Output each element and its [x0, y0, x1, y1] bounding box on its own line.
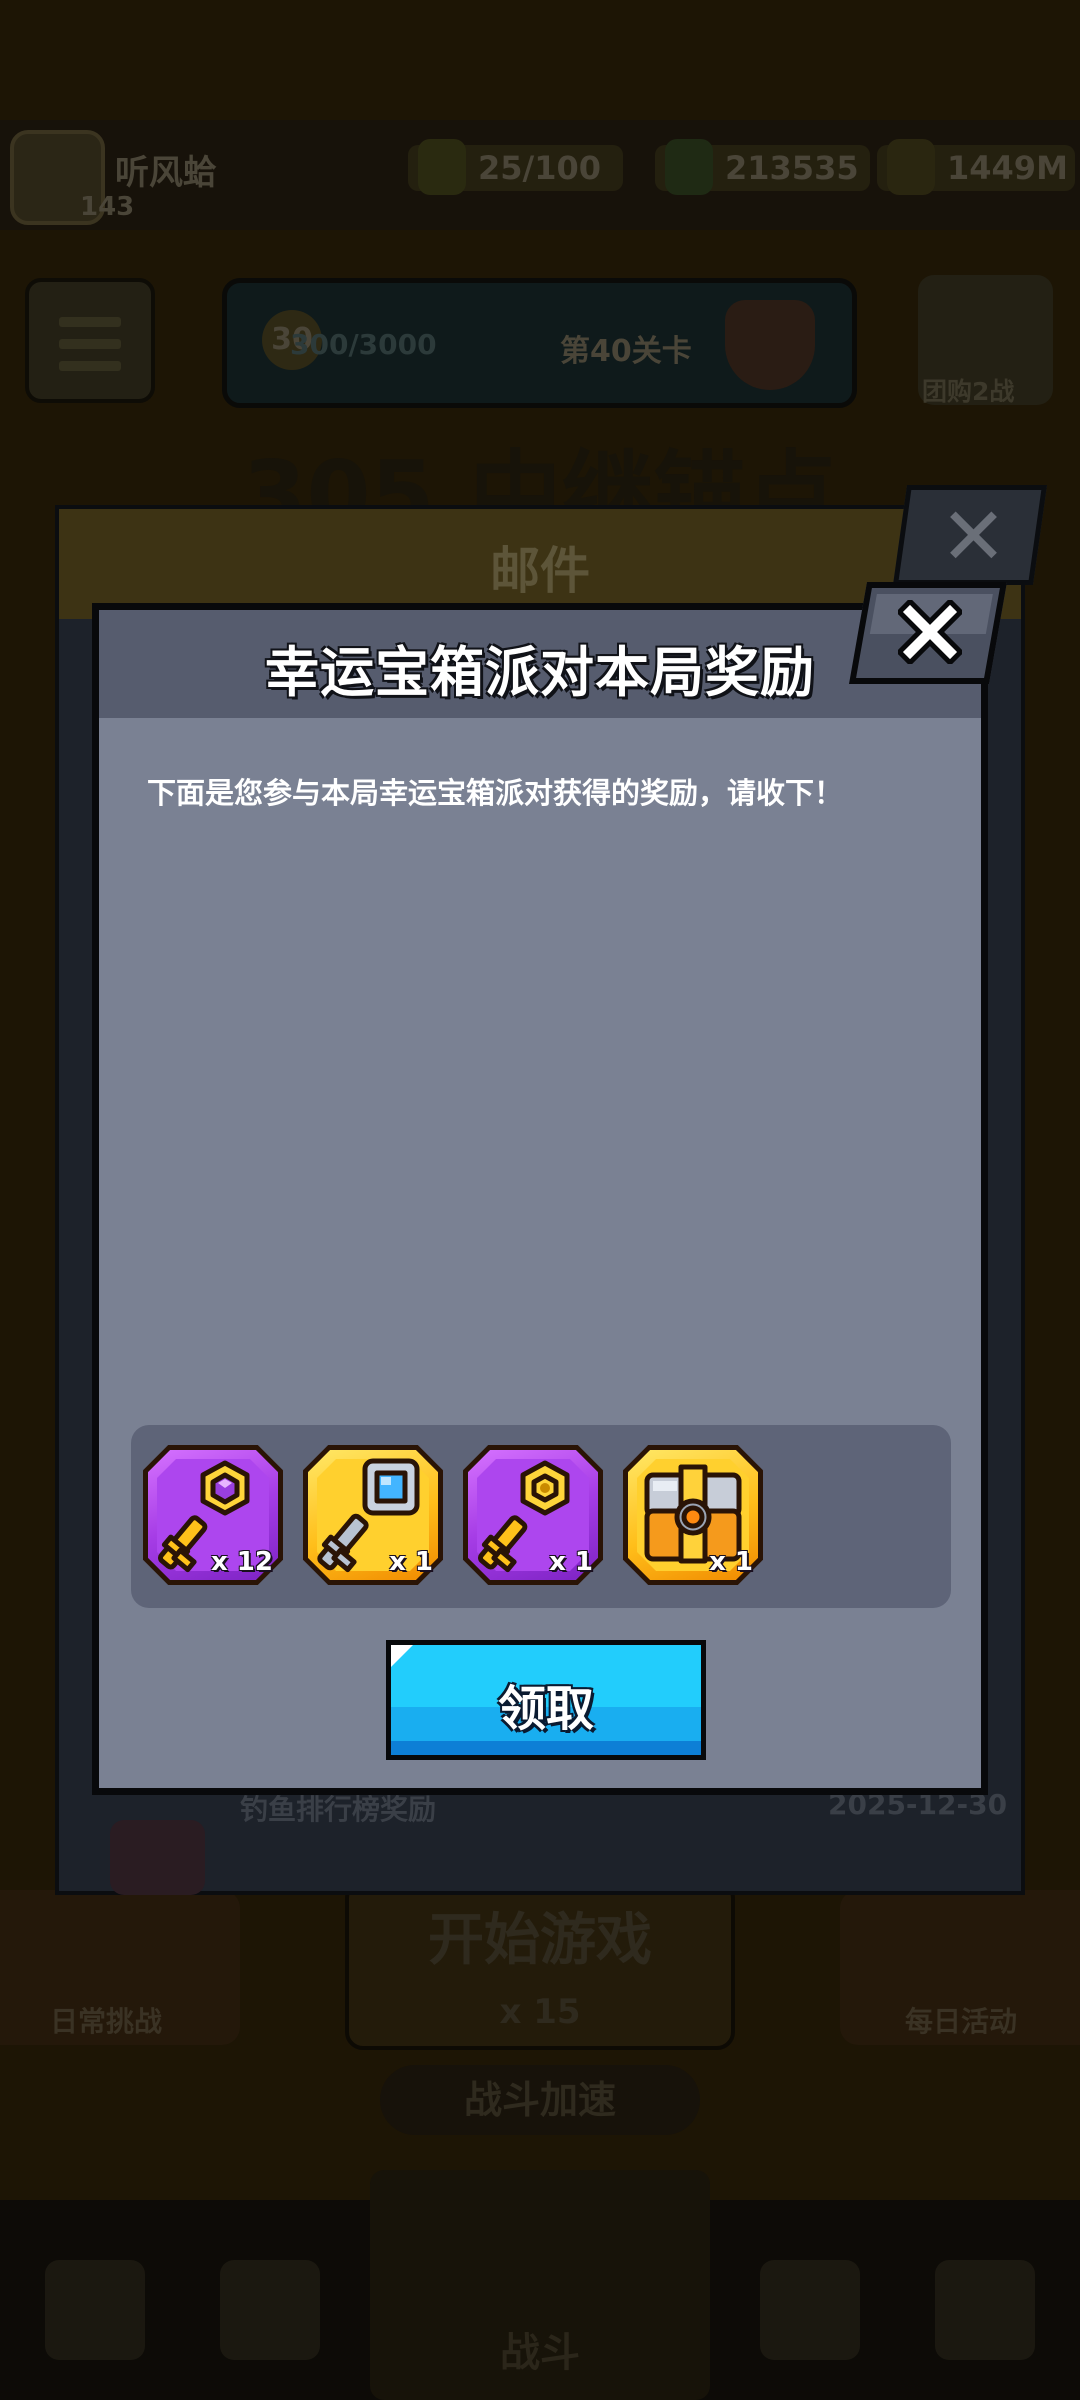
coin-counter: 213535 [655, 139, 870, 195]
claim-button[interactable]: 领取 [386, 1640, 706, 1760]
daily-event-label: 每日活动 [905, 2005, 1018, 2038]
popup-title: 幸运宝箱派对本局奖励 [265, 641, 815, 704]
energy-counter: 25/100 [408, 139, 623, 195]
mail-close-icon: ✕ [940, 490, 1008, 583]
reward-item[interactable]: x 12 [143, 1445, 283, 1585]
gift-icon [110, 1820, 205, 1895]
claim-button-label: 领取 [497, 1681, 594, 1737]
reward-list: x 12 x 1 x 1 x 1 [131, 1425, 951, 1608]
banner-progress: 300/3000 [290, 328, 437, 361]
team-label: 团购2战 [922, 377, 1015, 406]
gem-counter: 1449M [877, 139, 1075, 195]
reward-popup: 幸运宝箱派对本局奖励 下面是您参与本局幸运宝箱派对获得的奖励，请收下！ x 12 [92, 603, 988, 1795]
banner-text: 第40关卡 [560, 334, 692, 369]
reward-item[interactable]: x 1 [463, 1445, 603, 1585]
reward-count: x 12 [210, 1547, 273, 1577]
reward-item[interactable]: x 1 [303, 1445, 443, 1585]
coin-icon [665, 139, 713, 195]
player-level: 143 [80, 192, 135, 222]
gem-icon [887, 139, 935, 195]
reward-count: x 1 [389, 1547, 433, 1577]
reward-count: x 1 [549, 1547, 593, 1577]
energy-icon [418, 139, 466, 195]
battle-speed-toggle: 战斗加速 [380, 2065, 700, 2135]
menu-button [25, 278, 155, 403]
shield-icon [725, 300, 815, 390]
player-name: 听风蛤 [115, 153, 217, 193]
close-button[interactable] [849, 582, 1007, 684]
nav-battle-label: 战斗 [500, 2330, 580, 2376]
reward-count: x 1 [709, 1547, 753, 1577]
reward-item[interactable]: x 1 [623, 1445, 763, 1585]
popup-description: 下面是您参与本局幸运宝箱派对获得的奖励，请收下！ [147, 776, 844, 810]
close-icon [898, 600, 962, 664]
